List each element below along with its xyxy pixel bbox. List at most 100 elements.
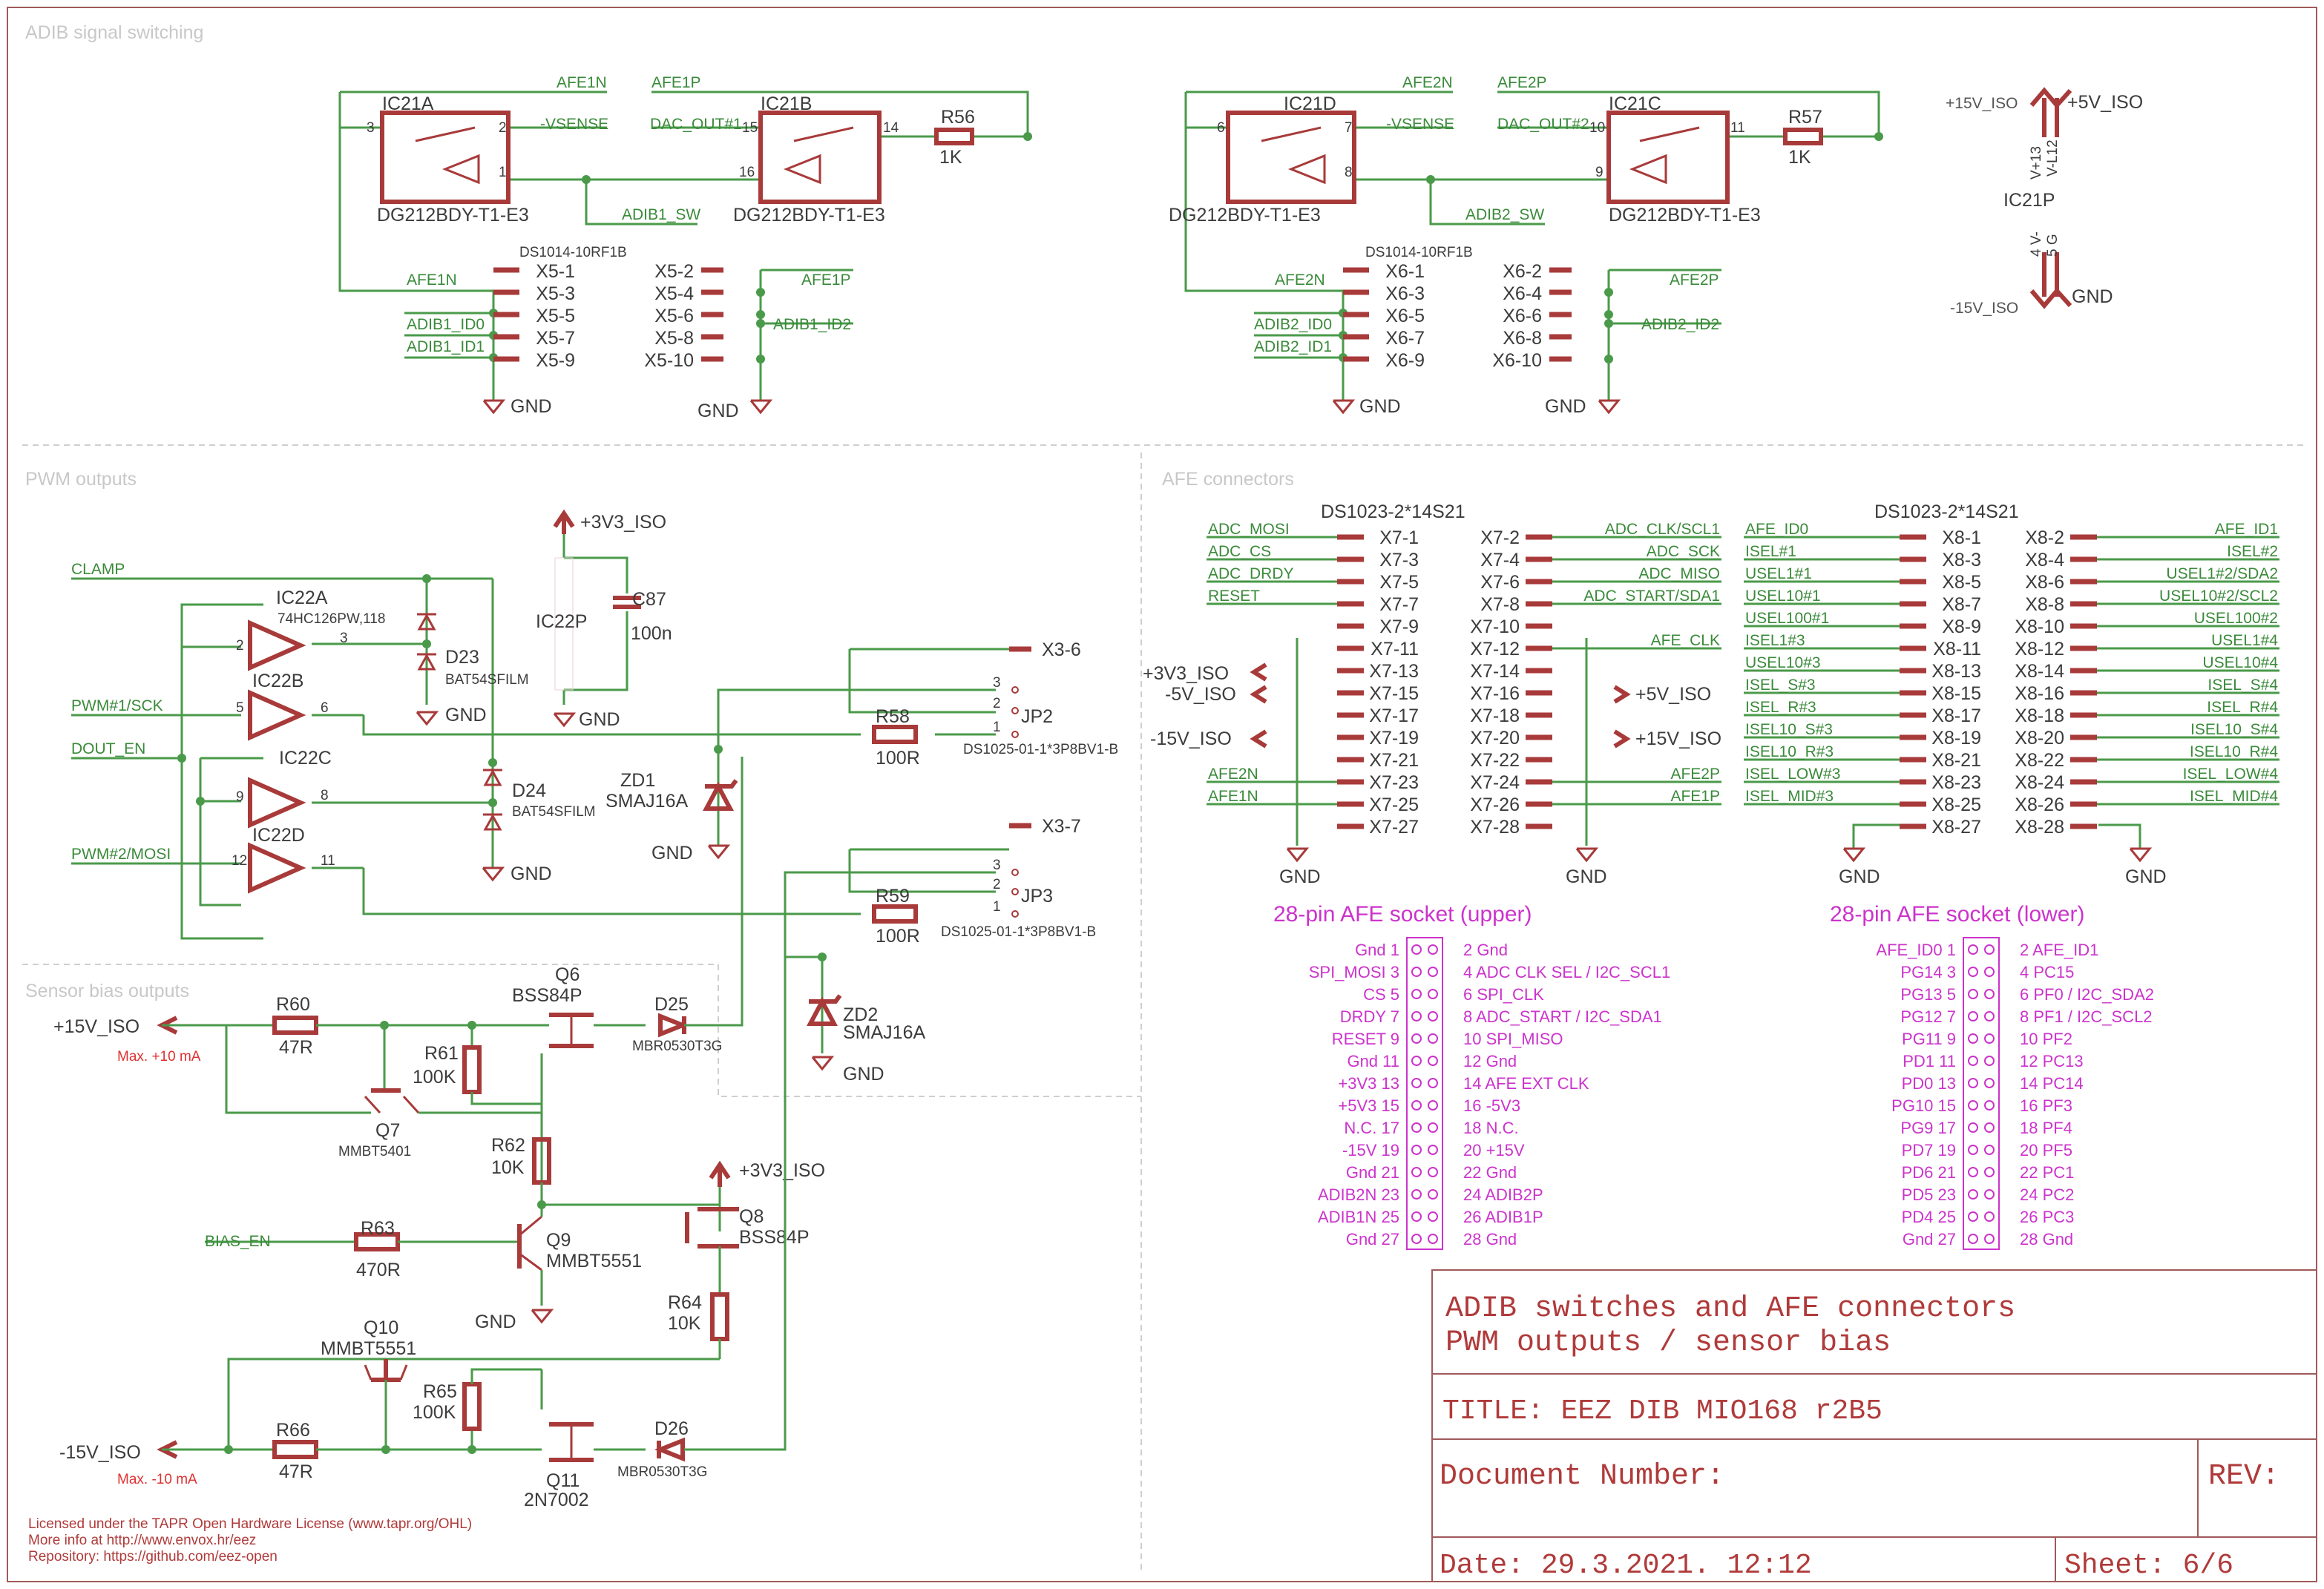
net-afe2p-top: AFE2P <box>1497 74 1547 91</box>
svg-text:6: 6 <box>1217 120 1225 136</box>
x7pins-left-3: X7-7 <box>1379 594 1419 615</box>
svg-text:8: 8 <box>1345 165 1353 180</box>
d23-value: BAT54SFILM <box>445 672 529 688</box>
x7pins-lnet-3: RESET <box>1208 588 1260 605</box>
license-line2: More info at http://www.envox.hr/eez <box>28 1533 256 1548</box>
gnd-ic22p: GND <box>579 709 620 730</box>
x8pins-left-5: X8-11 <box>1933 639 1981 659</box>
x7pins-rnet-11: AFE2P <box>1670 766 1720 783</box>
r56-label: R56 <box>941 107 975 128</box>
x7pins-lnet-0: ADC_MOSI <box>1208 521 1290 538</box>
r57-value: 1K <box>1788 147 1811 168</box>
ic22c-label: IC22C <box>279 748 332 769</box>
r66-label: R66 <box>276 1420 310 1441</box>
ic21p-p15: +15V_ISO <box>1946 95 2018 112</box>
x7pins-rnet-2: ADC_MISO <box>1638 565 1720 582</box>
x8pins-lnet-4: USEL100#1 <box>1745 610 1829 627</box>
x5-pin-right-4: X5-10 <box>644 350 694 371</box>
adib2-block: IC21D IC21C DG212BDY-T1-E3 DG212BDY-T1-E… <box>1169 74 1883 417</box>
x8pins-lnet-0: AFE_ID0 <box>1745 521 1808 538</box>
x7-m5: -5V_ISO <box>1165 684 1236 705</box>
net-afe1n-x5: AFE1N <box>407 272 457 289</box>
upperRows-right-9: 20 +15V <box>1463 1141 1525 1159</box>
net-adib1id2: ADIB1_ID2 <box>773 316 851 333</box>
upperRows-left-12: ADIB1N 25 <box>1318 1208 1399 1226</box>
upper-socket: 28-pin AFE socket (upper) Gnd 1 2 Gnd SPI_… <box>1273 902 1670 1250</box>
net-afe1p-top: AFE1P <box>651 74 701 91</box>
gnd-x8-right: GND <box>2125 866 2167 887</box>
x7pins-left-0: X7-1 <box>1379 527 1419 548</box>
r63-label: R63 <box>361 1218 395 1239</box>
lowerRows-right-2: 6 PF0 / I2C_SDA2 <box>2020 985 2154 1004</box>
x7pins-lnet-12: AFE1N <box>1208 788 1258 805</box>
q8-value: BSS84P <box>739 1227 810 1248</box>
net-adib2sw: ADIB2_SW <box>1465 206 1544 223</box>
x8pins-rnet-6: USEL10#4 <box>2202 654 2278 671</box>
r58-label: R58 <box>876 706 910 727</box>
ic21c-value: DG212BDY-T1-E3 <box>1609 205 1761 226</box>
lowerRows-right-12: 26 PC3 <box>2020 1208 2074 1226</box>
m15-out: -15V_ISO <box>59 1442 141 1463</box>
x8pins-rnet-5: USEL1#4 <box>2211 632 2278 649</box>
x8pins-left-11: X8-23 <box>1931 772 1981 793</box>
svg-text:11: 11 <box>1730 120 1745 136</box>
x8pins-left-6: X8-13 <box>1931 661 1981 682</box>
upperRows-right-2: 6 SPI_CLK <box>1463 985 1544 1004</box>
x7-p3v3: +3V3_ISO <box>1143 663 1229 684</box>
x8pins-lnet-3: USEL10#1 <box>1745 588 1821 605</box>
x8pins-right-13: X8-28 <box>2015 817 2064 838</box>
r63-value: 470R <box>356 1260 401 1280</box>
x7pins-lnet-1: ADC_CS <box>1208 543 1271 560</box>
x7pins-left-5: X7-11 <box>1371 639 1419 659</box>
svg-text:2: 2 <box>499 120 507 136</box>
net-vsense-2: -VSENSE <box>1386 116 1454 133</box>
pwm-block: GND GND D23 BAT54SFILM D24 BAT54SFILM IC… <box>71 509 1118 1085</box>
r62-label: R62 <box>491 1135 525 1156</box>
license-line1: Licensed under the TAPR Open Hardware Li… <box>28 1516 472 1532</box>
lowerRows-right-1: 4 PC15 <box>2020 963 2074 981</box>
x5-pin-right-2: X5-6 <box>654 306 694 326</box>
svg-text:2: 2 <box>993 877 1001 892</box>
jp2-value: DS1025-01-1*3P8BV1-B <box>963 742 1118 757</box>
ic21p-v13: V+13 <box>2029 146 2044 180</box>
upperRows-right-1: 4 ADC CLK SEL / I2C_SCL1 <box>1463 963 1670 981</box>
x7pins-right-10: X7-22 <box>1470 750 1520 771</box>
r66-value: 47R <box>279 1461 313 1482</box>
svg-text:10: 10 <box>1589 120 1605 136</box>
x5-pin-left-4: X5-9 <box>536 350 575 371</box>
net-adib1id0: ADIB1_ID0 <box>407 316 485 333</box>
max-minus: Max. -10 mA <box>117 1472 197 1487</box>
svg-text:3: 3 <box>340 631 348 646</box>
ic22p-label: IC22P <box>536 611 587 632</box>
x8pins-rnet-1: ISEL#2 <box>2227 543 2278 560</box>
x8pins-lnet-5: ISEL1#3 <box>1745 632 1805 649</box>
ic21d-value: DG212BDY-T1-E3 <box>1169 205 1321 226</box>
x8pins-lnet-9: ISEL10_S#3 <box>1745 721 1833 738</box>
x7pins-right-13: X7-28 <box>1470 817 1520 838</box>
x8pins-left-13: X8-27 <box>1931 817 1981 838</box>
lower-socket: 28-pin AFE socket (lower) AFE_ID0 1 2 AFE… <box>1830 902 2154 1250</box>
svg-text:5: 5 <box>236 700 244 716</box>
ic21a-label: IC21A <box>382 93 434 114</box>
gnd-x5-right: GND <box>697 401 739 421</box>
svg-text:8: 8 <box>321 788 329 803</box>
lowerRows-right-9: 20 PF5 <box>2020 1141 2072 1159</box>
rev-label: REV: <box>2208 1460 2279 1493</box>
x8pins-rnet-3: USEL10#2/SCL2 <box>2159 588 2278 605</box>
x6-part: DS1014-10RF1B <box>1365 245 1473 260</box>
lower-socket-title: 28-pin AFE socket (lower) <box>1830 902 2084 927</box>
upperRows-left-3: DRDY 7 <box>1340 1007 1399 1026</box>
x8pins-right-10: X8-22 <box>2015 750 2064 771</box>
x6-pin-right-4: X6-10 <box>1492 350 1542 371</box>
r64-label: R64 <box>668 1292 702 1313</box>
x7pins-left-12: X7-25 <box>1369 794 1419 815</box>
x7pins-left-9: X7-19 <box>1369 728 1419 749</box>
p3v3-q8: +3V3_ISO <box>739 1160 825 1181</box>
x8pins-left-12: X8-25 <box>1931 794 1981 815</box>
title-main: TITLE: EEZ DIB MIO168 r2B5 <box>1442 1395 1882 1427</box>
svg-text:3: 3 <box>993 675 1001 691</box>
x8pins-lnet-11: ISEL_LOW#3 <box>1745 766 1840 783</box>
x7pins-lnet-2: ADC_DRDY <box>1208 565 1294 582</box>
x8pins-left-8: X8-17 <box>1931 705 1981 726</box>
net-afe1p-x5: AFE1P <box>801 272 851 289</box>
